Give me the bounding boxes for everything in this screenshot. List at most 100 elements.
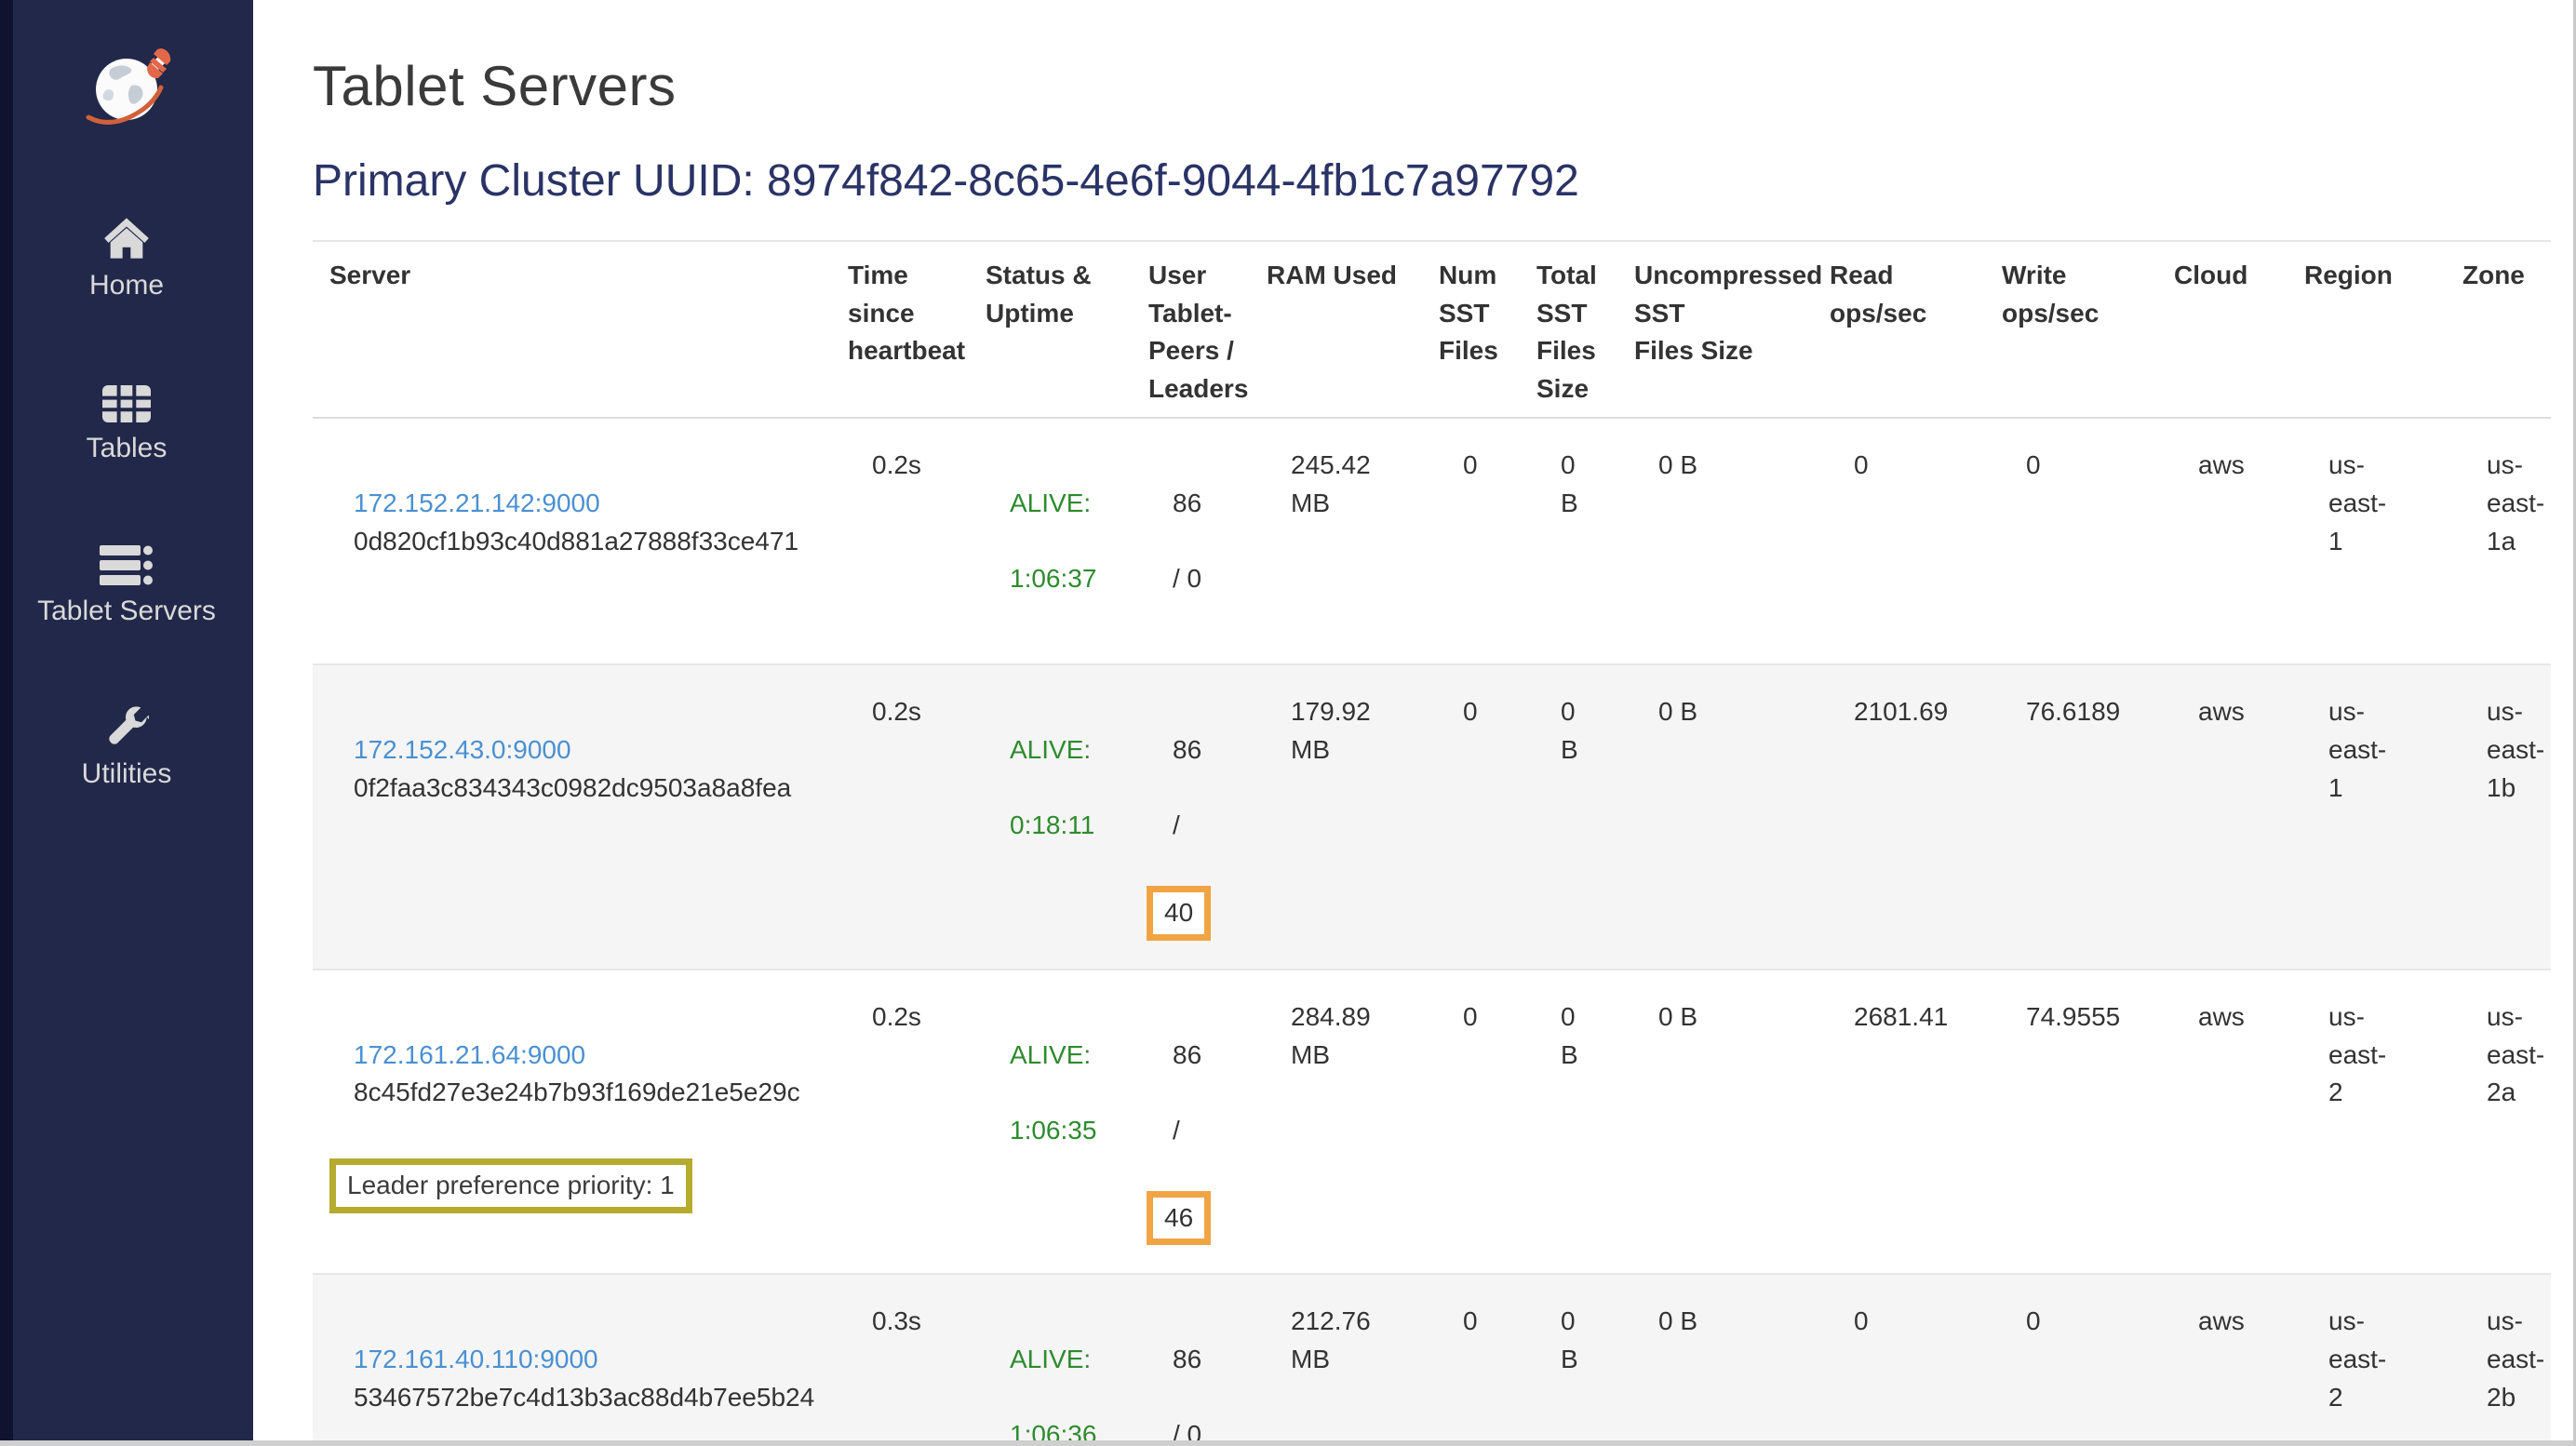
sidebar-item-tables[interactable]: Tables (87, 373, 168, 463)
cell-cloud: aws (2157, 418, 2288, 664)
server-uuid: 53467572be7c4d13b3ac88d4b7ee5b24 (354, 1379, 824, 1417)
cell-cloud: aws (2157, 970, 2288, 1275)
col-header-cloud: Cloud (2157, 241, 2288, 418)
cell-heartbeat: 0.3s (831, 1274, 969, 1446)
server-uuid: 0d820cf1b93c40d881a27888f33ce471 (354, 523, 824, 561)
col-header-heartbeat: Time since heartbeat (831, 241, 969, 418)
cell-region: us- east- 2 (2288, 1274, 2446, 1446)
status-uptime: 1:06:37 (1010, 560, 1124, 598)
cell-uncompressed: 0 B (1617, 1274, 1813, 1446)
sidebar-item-home[interactable]: Home (89, 210, 164, 301)
server-link[interactable]: 172.152.43.0:9000 (354, 731, 571, 770)
cell-status: ALIVE: 1:06:35 (969, 970, 1132, 1275)
cell-num-sst: 0 (1422, 418, 1520, 664)
leaders-count: 40 (1164, 898, 1193, 927)
cell-total-sst: 0 B (1520, 970, 1617, 1275)
cell-region: us- east- 1 (2288, 664, 2446, 970)
main-content: Tablet Servers Primary Cluster UUID: 897… (253, 0, 2576, 1446)
leaders-count: 46 (1164, 1203, 1193, 1232)
cell-zone: us- east- 2b (2446, 1274, 2551, 1446)
cell-uncompressed: 0 B (1617, 970, 1813, 1275)
col-header-region: Region (2288, 241, 2446, 418)
cell-user-tablets: 86 / 0 (1132, 1274, 1250, 1446)
sidebar-item-label: Utilities (82, 758, 172, 789)
sidebar-nav: Home Tables (37, 210, 216, 789)
home-icon (102, 210, 151, 261)
server-link[interactable]: 172.152.21.142:9000 (354, 485, 600, 523)
cell-heartbeat: 0.2s (831, 970, 969, 1275)
cell-uncompressed: 0 B (1617, 664, 1813, 970)
window-left-edge (0, 0, 13, 1446)
table-row: 172.161.21.64:9000 8c45fd27e3e24b7b93f16… (313, 970, 2551, 1275)
tablet-servers-icon (100, 536, 154, 586)
sidebar-item-label: Tables (87, 433, 168, 463)
table-row: 172.161.40.110:9000 53467572be7c4d13b3ac… (313, 1274, 2551, 1446)
leaders-highlight-box: 40 (1147, 886, 1211, 941)
cell-server: 172.152.21.142:9000 0d820cf1b93c40d881a2… (313, 418, 831, 664)
status-alive: ALIVE: (1010, 485, 1124, 523)
status-alive: ALIVE: (1010, 1037, 1124, 1075)
col-header-read-ops: Read ops/sec (1813, 241, 1985, 418)
leader-preference-badge: Leader preference priority: 1 (329, 1158, 692, 1213)
status-alive: ALIVE: (1010, 1341, 1124, 1379)
cell-write-ops: 74.9555 (1985, 970, 2157, 1275)
peers-count: 86 (1173, 1341, 1242, 1379)
leader-preference-text: Leader preference priority: 1 (347, 1171, 675, 1199)
cell-user-tablets: 86 / 46 (1132, 970, 1250, 1275)
cell-ram: 284.89 MB (1250, 970, 1422, 1275)
leaders-highlight-box: 46 (1147, 1191, 1211, 1246)
window-bottom-edge (0, 1440, 2576, 1446)
cell-total-sst: 0 B (1520, 418, 1617, 664)
col-header-user-tablets: User Tablet- Peers / Leaders (1132, 241, 1250, 418)
cell-zone: us- east- 1b (2446, 664, 2551, 970)
status-uptime: 0:18:11 (1010, 807, 1124, 845)
cell-server: 172.161.40.110:9000 53467572be7c4d13b3ac… (313, 1274, 831, 1446)
cell-user-tablets: 86 / 40 (1132, 664, 1250, 970)
cell-cloud: aws (2157, 1274, 2288, 1446)
sidebar-item-utilities[interactable]: Utilities (82, 699, 172, 789)
cell-total-sst: 0 B (1520, 1274, 1617, 1446)
tables-icon (101, 373, 152, 423)
cell-write-ops: 76.6189 (1985, 664, 2157, 970)
cell-heartbeat: 0.2s (831, 418, 969, 664)
cell-total-sst: 0 B (1520, 664, 1617, 970)
cell-user-tablets: 86 / 0 (1132, 418, 1250, 664)
cell-zone: us- east- 2a (2446, 970, 2551, 1275)
sidebar: Home Tables (0, 0, 253, 1446)
cell-server: 172.152.43.0:9000 0f2faa3c834343c0982dc9… (313, 664, 831, 970)
yugabyte-logo[interactable] (75, 41, 178, 134)
cell-status: ALIVE: 1:06:36 (969, 1274, 1132, 1446)
status-alive: ALIVE: (1010, 731, 1124, 770)
cell-read-ops: 0 (1813, 418, 1985, 664)
cell-read-ops: 2101.69 (1813, 664, 1985, 970)
wrench-icon (104, 699, 149, 749)
peers-count: 86 (1173, 485, 1242, 523)
cell-num-sst: 0 (1422, 664, 1520, 970)
table-row: 172.152.21.142:9000 0d820cf1b93c40d881a2… (313, 418, 2551, 664)
cell-write-ops: 0 (1985, 1274, 2157, 1446)
col-header-uncompressed: Uncompressed SST Files Size (1617, 241, 1813, 418)
cell-num-sst: 0 (1422, 1274, 1520, 1446)
cell-read-ops: 0 (1813, 1274, 1985, 1446)
server-link[interactable]: 172.161.40.110:9000 (354, 1341, 598, 1379)
status-uptime: 1:06:35 (1010, 1112, 1124, 1150)
sidebar-item-label: Tablet Servers (37, 596, 216, 626)
sidebar-item-tablet-servers[interactable]: Tablet Servers (37, 536, 216, 626)
planet-rocket-icon (75, 41, 178, 134)
leaders-count: / 0 (1173, 560, 1242, 598)
sidebar-item-label: Home (89, 270, 164, 301)
col-header-status: Status & Uptime (969, 241, 1132, 418)
leaders-slash: / (1173, 807, 1242, 845)
peers-count: 86 (1173, 1037, 1242, 1075)
cell-region: us- east- 2 (2288, 970, 2446, 1275)
col-header-zone: Zone (2446, 241, 2551, 418)
server-uuid: 8c45fd27e3e24b7b93f169de21e5e29c (354, 1074, 824, 1112)
server-link[interactable]: 172.161.21.64:9000 (354, 1037, 585, 1075)
server-uuid: 0f2faa3c834343c0982dc9503a8a8fea (354, 770, 824, 808)
table-header-row: Server Time since heartbeat Status & Upt… (313, 241, 2551, 418)
cell-server: 172.161.21.64:9000 8c45fd27e3e24b7b93f16… (313, 970, 831, 1275)
cell-cloud: aws (2157, 664, 2288, 970)
cell-ram: 245.42 MB (1250, 418, 1422, 664)
col-header-server: Server (313, 241, 831, 418)
app-window: Home Tables (0, 0, 2576, 1446)
